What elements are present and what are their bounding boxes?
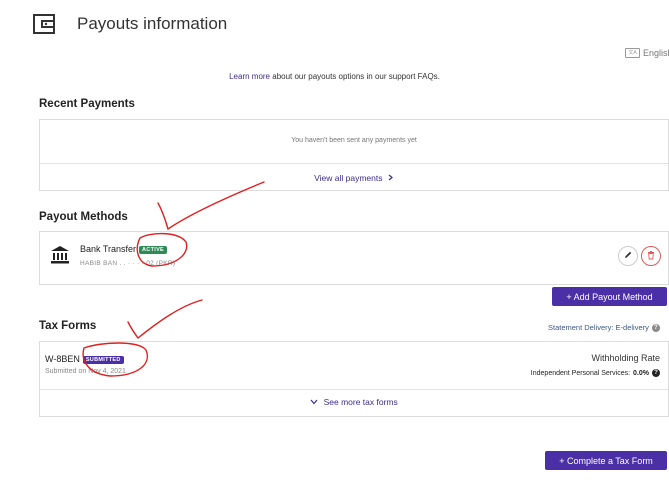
see-more-tax-forms-label: See more tax forms [323, 397, 398, 407]
bank-icon [50, 245, 70, 265]
recent-payments-title: Recent Payments [39, 98, 135, 110]
empty-payments-message: You haven't been sent any payments yet [291, 137, 417, 144]
account-number: HABIB BAN . . · · · · 02 (PKR) [80, 260, 176, 267]
help-icon[interactable]: ? [652, 369, 660, 377]
statement-delivery[interactable]: Statement Delivery: E-delivery ? [548, 323, 660, 332]
status-badge: ACTIVE [139, 246, 167, 254]
payout-method-name: Bank Transfer [80, 244, 137, 254]
tax-form-card: W-8BEN SUBMITTED Submitted on Nov 4, 2021… [39, 341, 669, 417]
statement-delivery-label: Statement Delivery: E-delivery [548, 323, 649, 332]
payout-method-name-row: Bank Transfer ACTIVE [80, 244, 167, 254]
view-all-payments-label: View all payments [314, 173, 383, 183]
language-label: English [643, 48, 669, 58]
withholding-rate-label: Withholding Rate [591, 353, 660, 363]
trash-icon [646, 247, 656, 265]
tax-form-name-row: W-8BEN SUBMITTED [45, 354, 124, 364]
pencil-icon [623, 247, 633, 265]
see-more-tax-forms-link[interactable]: See more tax forms [40, 397, 668, 407]
learn-more-link[interactable]: Learn more [229, 72, 270, 81]
tax-form-status-badge: SUBMITTED [82, 356, 124, 364]
complete-tax-form-button[interactable]: + Complete a Tax Form [545, 451, 667, 470]
tax-form-name: W-8BEN [45, 354, 80, 364]
page-title: Payouts information [77, 14, 228, 33]
withholding-detail-label: Independent Personal Services: [530, 369, 631, 377]
language-icon: 文A [625, 48, 640, 58]
view-all-payments-link[interactable]: View all payments [40, 173, 668, 183]
payout-methods-title: Payout Methods [39, 211, 128, 223]
tax-forms-title: Tax Forms [39, 320, 97, 332]
divider [40, 389, 668, 390]
support-info: Learn more about our payouts options in … [0, 72, 669, 81]
tax-form-submitted-date: Submitted on Nov 4, 2021 [45, 368, 126, 375]
chevron-down-icon [310, 397, 323, 407]
recent-payments-card: You haven't been sent any payments yet V… [39, 119, 669, 191]
help-icon[interactable]: ? [651, 323, 660, 332]
edit-payout-method-button[interactable] [618, 246, 638, 266]
delete-payout-method-button[interactable] [641, 246, 661, 266]
divider [40, 163, 668, 164]
language-selector[interactable]: 文A English [625, 48, 669, 58]
wallet-icon [33, 14, 55, 34]
chevron-right-icon [385, 173, 394, 183]
withholding-rate-detail: Independent Personal Services: 0.0% ? [531, 369, 660, 377]
support-info-text: about our payouts options in our support… [270, 72, 440, 81]
annotation-arrow-2 [127, 299, 203, 339]
withholding-rate-value: 0.0% [633, 369, 649, 377]
payout-method-card: Bank Transfer ACTIVE HABIB BAN . . · · · … [39, 231, 669, 285]
add-payout-method-button[interactable]: + Add Payout Method [552, 287, 667, 306]
